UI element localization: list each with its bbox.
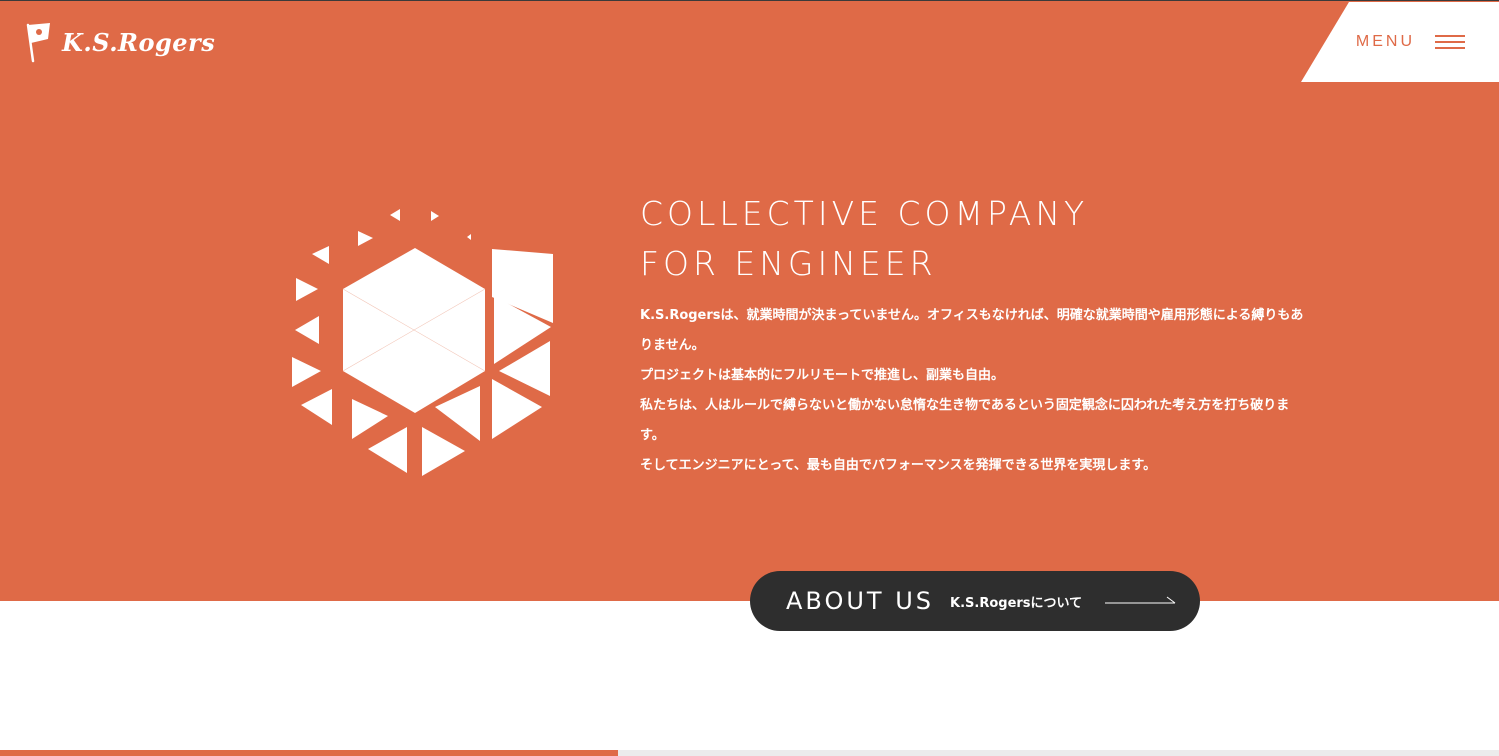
hamburger-icon — [1435, 35, 1465, 49]
hexagon-triangles-icon — [292, 209, 553, 476]
brand-name: K.S.Rogers — [62, 27, 216, 57]
headline-line-2: FOR ENGINEER — [640, 244, 937, 283]
description-paragraph: 私たちは、人はルールで縛らないと働かない怠惰な生き物であるという固定観念に囚われ… — [640, 398, 1290, 443]
hero-section: K.S.Rogers MENU COLLECTIVE COMPANY FOR E… — [0, 0, 1499, 601]
footer-gray-strip — [618, 750, 1499, 756]
about-us-subtitle: K.S.Rogersについて — [950, 595, 1083, 611]
hero-description: K.S.Rogersは、就業時間が決まっていません。オフィスもなければ、明確な就… — [640, 301, 1305, 481]
about-us-button[interactable]: ABOUT US K.S.Rogersについて — [750, 571, 1200, 631]
menu-label: MENU — [1355, 33, 1415, 50]
description-paragraph: プロジェクトは基本的にフルリモートで推進し、副業も自由。 — [640, 368, 1005, 383]
description-paragraph: そしてエンジニアにとって、最も自由でパフォーマンスを発揮できる世界を実現します。 — [640, 458, 1157, 473]
menu-button[interactable]: MENU — [1301, 2, 1499, 82]
headline-line-1: COLLECTIVE COMPANY — [640, 194, 1089, 233]
arrow-right-icon — [1105, 596, 1176, 604]
description-paragraph: K.S.Rogersは、就業時間が決まっていません。オフィスもなければ、明確な就… — [640, 308, 1304, 353]
flag-icon — [26, 23, 50, 63]
about-us-title: ABOUT US — [786, 587, 935, 615]
brand-logo[interactable]: K.S.Rogers — [22, 21, 215, 63]
footer-accent-strip — [0, 750, 618, 756]
hero-headline: COLLECTIVE COMPANY FOR ENGINEER — [640, 189, 1088, 289]
